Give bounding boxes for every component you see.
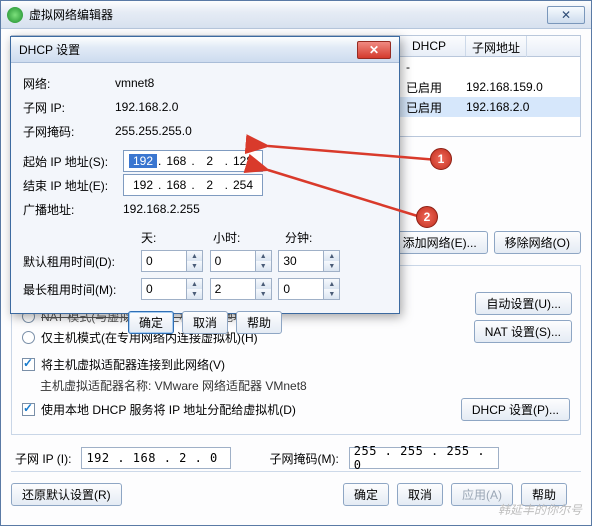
watermark-text: 韩延丰的你尔号 (498, 501, 582, 518)
annotation-badge-1: 1 (430, 148, 452, 170)
annotation-badge-2: 2 (416, 206, 438, 228)
annotation-overlay (0, 0, 592, 526)
